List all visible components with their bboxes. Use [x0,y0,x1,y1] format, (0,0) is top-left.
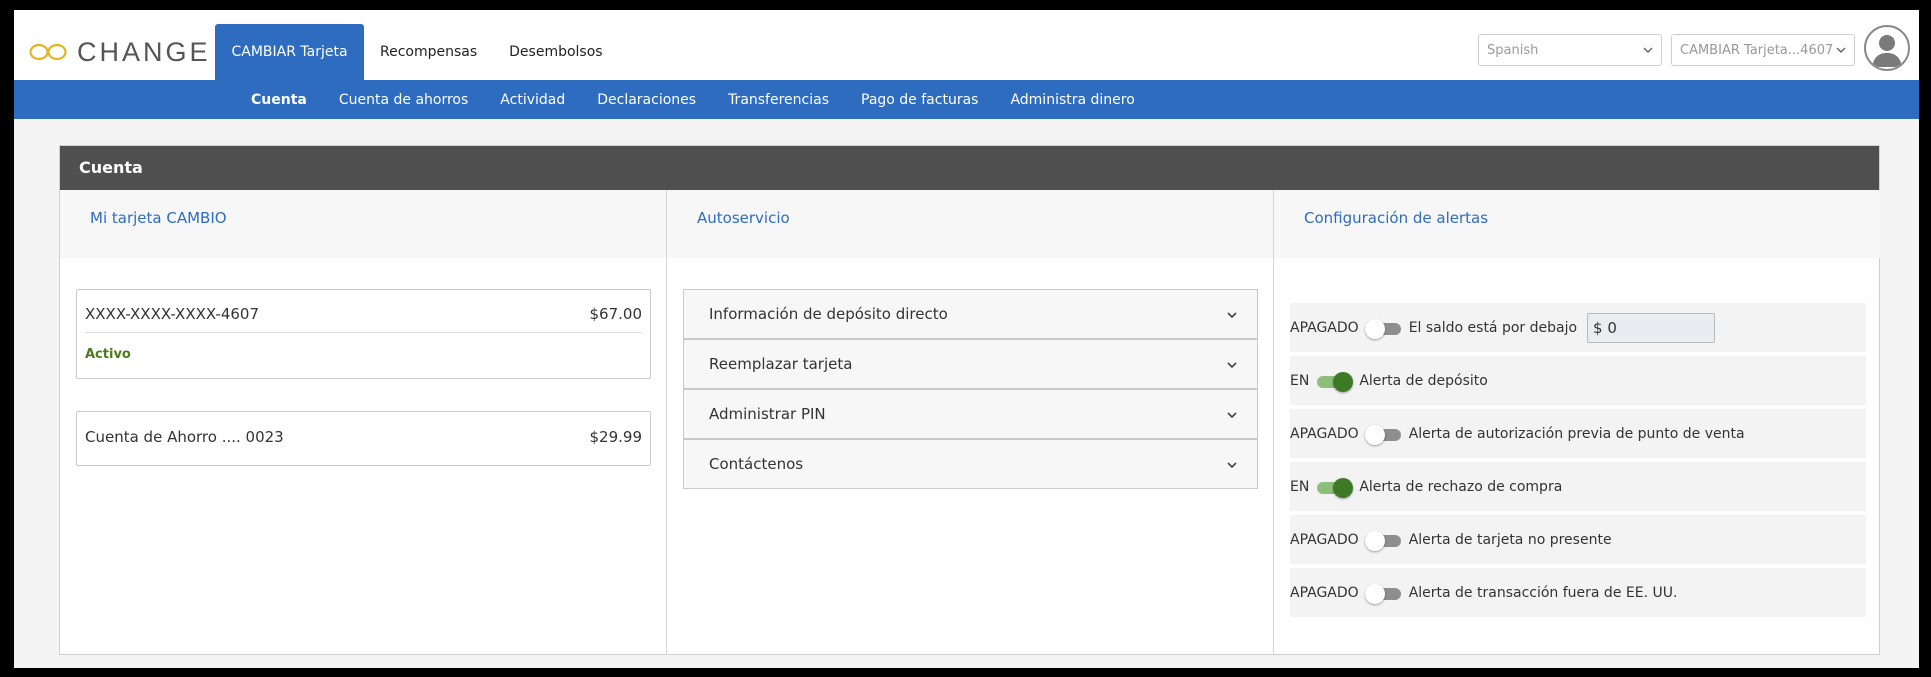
card-balance: $67.00 [589,305,643,323]
card-summary[interactable]: XXXX-XXXX-XXXX-4607 $67.00 Activo [76,289,651,379]
accordion-label: Reemplazar tarjeta [709,355,853,373]
subnav-cuenta[interactable]: Cuenta [251,92,307,108]
accordion-manage-pin[interactable]: Administrar PIN [683,389,1258,439]
deposit-alert-toggle[interactable] [1315,371,1354,392]
alert-row-low-balance: APAGADO El saldo está por debajo $ 0 [1290,303,1866,352]
alert-state: EN [1290,372,1310,389]
alert-label: Alerta de depósito [1359,372,1488,389]
brand-name: CHANGE [77,36,211,67]
self-service-title: Autoservicio [667,190,1274,258]
chevron-down-icon [1227,362,1237,369]
subnav-declaraciones[interactable]: Declaraciones [597,92,696,108]
savings-summary[interactable]: Cuenta de Ahorro .... 0023 $29.99 [76,411,651,466]
alert-label: Alerta de tarjeta no presente [1408,531,1612,548]
user-icon [1872,35,1902,67]
low-balance-toggle[interactable] [1364,318,1403,339]
alert-state: APAGADO [1290,425,1359,442]
account-panel: Cuenta Mi tarjeta CAMBIO XXXX-XXXX-XXXX-… [59,145,1880,655]
chevron-down-icon [1227,462,1237,469]
tab-recompensas[interactable]: Recompensas [364,24,493,80]
accordion-contact-us[interactable]: Contáctenos [683,439,1258,489]
alerts-column: Configuración de alertas APAGADO El sald… [1274,190,1880,655]
card-column-title: Mi tarjeta CAMBIO [60,190,666,258]
card-column: Mi tarjeta CAMBIO XXXX-XXXX-XXXX-4607 $6… [60,190,666,655]
alert-row-purchase-decline: EN Alerta de rechazo de compra [1290,462,1866,511]
alert-row-deposit: EN Alerta de depósito [1290,356,1866,405]
foreign-transaction-toggle[interactable] [1364,583,1403,604]
accordion-label: Administrar PIN [709,405,826,423]
tab-cambiar-tarjeta[interactable]: CAMBIAR Tarjeta [215,24,364,80]
alert-row-foreign-transaction: APAGADO Alerta de transacción fuera de E… [1290,568,1866,617]
alert-row-preauth: APAGADO Alerta de autorización previa de… [1290,409,1866,458]
subnav-transferencias[interactable]: Transferencias [728,92,829,108]
accordion-label: Información de depósito directo [709,305,948,323]
chevron-down-icon [1836,47,1846,54]
sub-nav: Cuenta Cuenta de ahorros Actividad Decla… [14,80,1919,119]
alert-state: EN [1290,478,1310,495]
alert-state: APAGADO [1290,531,1359,548]
language-select[interactable]: Spanish [1478,34,1662,66]
alerts-title: Configuración de alertas [1274,190,1880,258]
alert-state: APAGADO [1290,319,1359,336]
top-tabs: CAMBIAR Tarjeta Recompensas Desembolsos [215,24,619,80]
purchase-decline-toggle[interactable] [1315,477,1354,498]
alert-state: APAGADO [1290,584,1359,601]
infinity-logo-icon [29,43,67,61]
accordion-direct-deposit[interactable]: Información de depósito directo [683,289,1258,339]
accordion-label: Contáctenos [709,455,804,473]
subnav-pago-de-facturas[interactable]: Pago de facturas [861,92,978,108]
tab-desembolsos[interactable]: Desembolsos [493,24,618,80]
alert-label: El saldo está por debajo [1408,319,1578,336]
preauth-alert-toggle[interactable] [1364,424,1403,445]
alert-label: Alerta de autorización previa de punto d… [1408,425,1745,442]
top-bar: CHANGE CAMBIAR Tarjeta Recompensas Desem… [14,10,1919,80]
app-frame: CHANGE CAMBIAR Tarjeta Recompensas Desem… [14,10,1919,668]
alert-row-card-not-present: APAGADO Alerta de tarjeta no presente [1290,515,1866,564]
panel-title: Cuenta [60,146,1879,190]
subnav-cuenta-de-ahorros[interactable]: Cuenta de ahorros [339,92,468,108]
low-balance-amount-input[interactable]: $ 0 [1587,312,1716,343]
user-avatar[interactable] [1864,25,1910,71]
account-select[interactable]: CAMBIAR Tarjeta...4607 [1671,34,1855,66]
card-number: XXXX-XXXX-XXXX-4607 [85,305,259,323]
chevron-down-icon [1643,47,1653,54]
subnav-administra-dinero[interactable]: Administra dinero [1010,92,1134,108]
brand-logo[interactable]: CHANGE [29,36,211,67]
language-select-value: Spanish [1487,42,1539,58]
card-status: Activo [85,347,131,362]
savings-name: Cuenta de Ahorro .... 0023 [85,428,284,446]
accordion-replace-card[interactable]: Reemplazar tarjeta [683,339,1258,389]
chevron-down-icon [1227,412,1237,419]
card-not-present-toggle[interactable] [1364,530,1403,551]
savings-balance: $29.99 [589,428,643,446]
alert-label: Alerta de transacción fuera de EE. UU. [1408,584,1678,601]
chevron-down-icon [1227,312,1237,319]
subnav-actividad[interactable]: Actividad [500,92,565,108]
self-service-column: Autoservicio Información de depósito dir… [667,190,1274,655]
alert-label: Alerta de rechazo de compra [1359,478,1563,495]
account-select-value: CAMBIAR Tarjeta...4607 [1680,42,1834,58]
